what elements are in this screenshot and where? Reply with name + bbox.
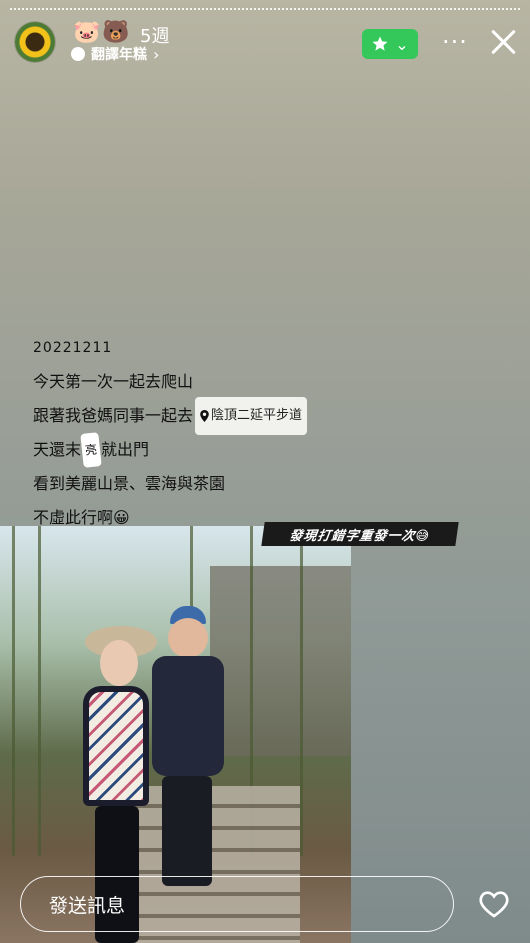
chevron-right-icon: ›	[153, 44, 160, 64]
avatar[interactable]	[15, 22, 55, 62]
location-sticker[interactable]: 陰頂二延平步道	[195, 397, 308, 435]
bamboo-stalk	[12, 526, 15, 856]
caption-line: 今天第一次一起去爬山	[33, 372, 194, 391]
story-caption: 20221211 今天第一次一起去爬山 跟著我爸媽同事一起去 陰頂二延平步道 天…	[33, 331, 308, 535]
caption-line: 天還末 亮 就出門	[33, 432, 307, 468]
more-options-icon[interactable]: ···	[442, 30, 468, 54]
caption-line: 看到美麗山景、雲海與茶園	[33, 474, 226, 493]
caption-text: 就出門	[101, 440, 150, 459]
chevron-down-icon: ⌄	[395, 34, 409, 54]
location-pin-icon	[200, 410, 209, 422]
close-icon[interactable]	[489, 26, 519, 56]
speech-bubble-icon	[71, 47, 85, 61]
correction-banner: 發現打錯字重發一次😅	[261, 522, 459, 546]
close-friends-button[interactable]: ⌄	[362, 29, 418, 59]
bamboo-stalk	[300, 526, 303, 856]
text-sticker: 亮	[80, 432, 102, 468]
location-name: 陰頂二延平步道	[211, 408, 303, 423]
stone-wall	[210, 566, 351, 756]
heart-icon[interactable]	[478, 889, 510, 919]
translate-link[interactable]: 翻譯年糕 ›	[71, 44, 159, 64]
caption-line: 跟著我爸媽同事一起去 陰頂二延平步道	[33, 397, 308, 435]
translate-label: 翻譯年糕	[91, 47, 147, 63]
star-icon	[372, 36, 388, 51]
send-message-input[interactable]: 發送訊息	[20, 876, 454, 932]
caption-date: 20221211	[33, 340, 113, 356]
caption-text: 跟著我爸媽同事一起去	[33, 406, 194, 425]
bamboo-stalk	[38, 526, 41, 856]
story-progress-bar	[10, 8, 520, 12]
caption-text: 天還末	[33, 440, 82, 459]
username-emojis[interactable]: 🐷🐻	[73, 20, 132, 45]
